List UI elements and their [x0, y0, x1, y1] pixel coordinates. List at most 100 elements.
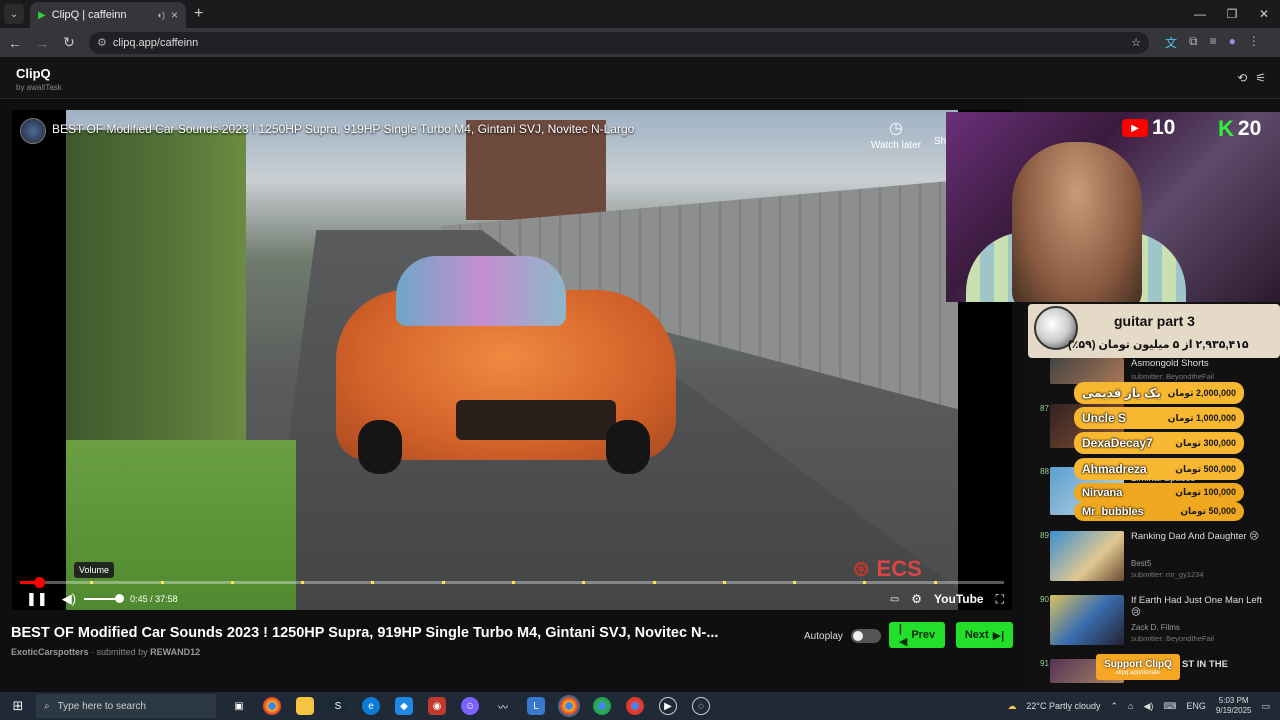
app-icon[interactable]: ◆: [395, 697, 413, 715]
l-app-icon[interactable]: L: [527, 697, 545, 715]
header-actions: ⟲ ⚟: [1237, 71, 1266, 85]
weather-text[interactable]: 22°C Partly cloudy: [1026, 701, 1100, 711]
ecs-watermark-text: ECS: [876, 556, 922, 581]
queue-item-author: Best5: [1131, 559, 1152, 568]
support-clipq-banner[interactable]: Support ClipQ clipq.app/donate: [1096, 654, 1180, 680]
queue-item-title: If Earth Had Just One Man Left 😢: [1131, 595, 1262, 618]
translate-extension-icon[interactable]: 文: [1165, 34, 1177, 51]
settings-gear-icon[interactable]: ⚙: [911, 592, 922, 606]
next-button[interactable]: Next ▶|: [956, 622, 1013, 648]
profile-avatar[interactable]: ●: [1229, 34, 1236, 51]
notifications-icon[interactable]: ▭: [1261, 701, 1270, 712]
speaker-icon[interactable]: ◖): [157, 10, 165, 20]
queue-thumbnail[interactable]: [1050, 595, 1124, 645]
tab-search-button[interactable]: ⌄: [4, 4, 24, 24]
player-overlay-title[interactable]: BEST OF Modified Car Sounds 2023 ! 1250H…: [52, 122, 634, 136]
orange-car-image: [336, 250, 676, 474]
history-icon[interactable]: ⟲: [1237, 71, 1247, 85]
media-player-icon[interactable]: ▶: [659, 697, 677, 715]
chapter-marker: [582, 581, 586, 584]
volume-tooltip: Volume: [74, 562, 115, 578]
donation-amount: 100,000 تومان: [1175, 487, 1236, 497]
reading-list-icon[interactable]: ≡: [1210, 34, 1217, 51]
volume-slider-handle[interactable]: [115, 594, 125, 603]
watch-later-button[interactable]: ◷ Watch later: [868, 118, 924, 151]
steam-icon[interactable]: S: [329, 697, 347, 715]
chapter-marker: [371, 581, 375, 584]
chrome-profile-2-icon[interactable]: [626, 697, 644, 715]
captions-icon[interactable]: ▭: [890, 594, 899, 605]
progress-scrubber[interactable]: [34, 577, 46, 588]
window-controls: — ❐ ✕: [1184, 0, 1280, 28]
volume-icon[interactable]: ◀): [62, 591, 76, 607]
volume-tray-icon[interactable]: ◀): [1143, 701, 1153, 712]
donation-amount: 500,000 تومان: [1175, 463, 1236, 474]
close-tab-icon[interactable]: ×: [171, 8, 178, 22]
youtube-logo[interactable]: YouTube: [934, 592, 984, 606]
autoplay-control: Autoplay: [804, 629, 881, 643]
game-controller-icon[interactable]: ◉: [428, 697, 446, 715]
app-byline: by awaitTask: [16, 83, 62, 92]
audio-wave-icon[interactable]: 〰: [494, 697, 512, 715]
submitter-name[interactable]: REWAND12: [150, 647, 200, 657]
autoplay-label: Autoplay: [804, 630, 843, 642]
chrome-active-icon[interactable]: [558, 695, 580, 717]
url-text: clipq.app/caffeinn: [112, 36, 199, 49]
autoplay-toggle[interactable]: [850, 629, 881, 643]
chapter-marker: [933, 581, 937, 584]
extensions-puzzle-icon[interactable]: ⧉: [1189, 34, 1198, 51]
chrome-profile-icon[interactable]: [593, 697, 611, 715]
close-window-button[interactable]: ✕: [1248, 0, 1280, 28]
fullscreen-icon[interactable]: ⛶: [996, 592, 1004, 607]
reload-button[interactable]: ↻: [57, 34, 81, 51]
file-explorer-icon[interactable]: [296, 697, 314, 715]
browser-toolbar: ← → ↻ ⚙ clipq.app/caffeinn ☆ 文 ⧉ ≡ ● ⋮: [0, 28, 1280, 57]
app-logo[interactable]: ClipQ: [16, 66, 51, 81]
chrome-icon[interactable]: [263, 697, 281, 715]
taskbar-clock[interactable]: 5:03 PM 9/19/2025: [1216, 696, 1252, 716]
browser-tab[interactable]: ▶ ClipQ | caffeinn ◖) ×: [30, 2, 186, 28]
tray-expand-icon[interactable]: ⌃: [1110, 701, 1118, 712]
pause-icon[interactable]: ❚❚: [26, 591, 48, 607]
edge-icon[interactable]: e: [362, 697, 380, 715]
new-tab-button[interactable]: +: [194, 5, 203, 23]
queue-item-number: 91: [1040, 659, 1049, 668]
restore-button[interactable]: ❐: [1216, 0, 1248, 28]
prev-button-label: Prev: [911, 629, 936, 641]
address-bar[interactable]: ⚙ clipq.app/caffeinn ☆: [89, 31, 1149, 54]
chapter-marker: [230, 581, 234, 584]
task-view-icon[interactable]: ▣: [230, 697, 248, 715]
settings-sliders-icon[interactable]: ⚟: [1255, 71, 1266, 85]
back-button[interactable]: ←: [3, 35, 27, 51]
discord-icon[interactable]: ☺: [461, 697, 479, 715]
site-info-icon[interactable]: ⚙: [97, 36, 107, 49]
obs-icon[interactable]: ◌: [692, 697, 710, 715]
donation-amount: 1,000,000 تومان: [1167, 412, 1236, 423]
volume-slider[interactable]: [84, 594, 125, 603]
channel-avatar[interactable]: [20, 118, 46, 144]
chapter-marker: [652, 581, 656, 584]
minimize-button[interactable]: —: [1184, 0, 1216, 28]
donor-name: DexaDecay7: [1082, 436, 1153, 450]
language-indicator[interactable]: ENG: [1186, 701, 1206, 711]
keyboard-icon[interactable]: ⌨: [1163, 701, 1176, 712]
channel-name[interactable]: ExoticCarspotters: [11, 647, 89, 657]
progress-bar[interactable]: [20, 577, 1004, 588]
queue-thumbnail[interactable]: [1050, 358, 1124, 384]
taskbar-search[interactable]: ⌕ Type here to search: [36, 694, 216, 718]
share-button[interactable]: Sh: [934, 136, 946, 147]
forward-button[interactable]: →: [30, 35, 54, 51]
system-tray: ☁ 22°C Partly cloudy ⌃ ⌂ ◀) ⌨ ENG 5:03 P…: [1007, 692, 1270, 720]
windows-taskbar: ⊞ ⌕ Type here to search ▣ S e ◆ ◉ ☺ 〰 L …: [0, 692, 1280, 720]
tab-title: ClipQ | caffeinn: [51, 9, 127, 21]
prev-button[interactable]: |◀ Prev: [889, 622, 945, 648]
network-icon[interactable]: ⌂: [1128, 701, 1133, 711]
queue-thumbnail[interactable]: [1050, 531, 1124, 581]
weather-icon[interactable]: ☁: [1007, 701, 1016, 712]
windows-start-icon[interactable]: ⊞: [4, 698, 32, 714]
bookmark-star-icon[interactable]: ☆: [1131, 36, 1141, 49]
clock-time: 5:03 PM: [1218, 696, 1249, 705]
video-player[interactable]: BEST OF Modified Car Sounds 2023 ! 1250H…: [12, 110, 1012, 610]
chapter-marker: [441, 581, 445, 584]
browser-menu-icon[interactable]: ⋮: [1248, 34, 1260, 51]
